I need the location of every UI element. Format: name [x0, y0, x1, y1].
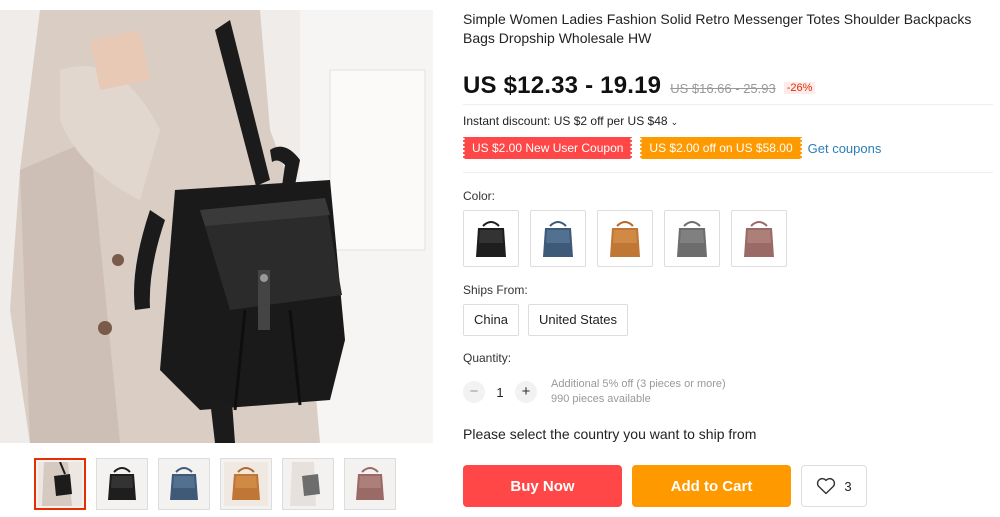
divider: [463, 172, 993, 173]
divider: [463, 104, 993, 105]
stock-available: 990 pieces available: [551, 393, 651, 405]
color-option-brown[interactable]: [597, 210, 653, 267]
ships-from-china[interactable]: China: [463, 304, 519, 336]
bulk-discount-note: Additional 5% off (3 pieces or more): [551, 378, 726, 390]
quantity-decrease-button[interactable]: −: [463, 381, 485, 403]
quantity-value[interactable]: 1: [485, 385, 515, 400]
shipping-message: Please select the country you want to sh…: [463, 426, 757, 442]
store-coupon[interactable]: US $2.00 off on US $58.00: [639, 137, 803, 159]
thumbnail-blue-backpack[interactable]: [158, 458, 210, 510]
quantity-increase-button[interactable]: +: [515, 381, 537, 403]
ships-from-united-states[interactable]: United States: [527, 304, 629, 336]
pink-backpack-icon: [744, 220, 774, 257]
color-option-black[interactable]: [463, 210, 519, 267]
instant-discount[interactable]: Instant discount: US $2 off per US $48 ⌄: [463, 114, 678, 128]
thumbnail-woman-with-backpack[interactable]: [34, 458, 86, 510]
color-option-pink[interactable]: [731, 210, 787, 267]
gray-backpack-icon: [290, 462, 320, 506]
woman-with-backpack-icon: [38, 462, 82, 506]
new-user-coupon[interactable]: US $2.00 New User Coupon: [461, 137, 634, 159]
quantity-note: Additional 5% off (3 pieces or more) 990…: [551, 377, 726, 407]
wishlist-count: 3: [844, 478, 852, 494]
blue-backpack-icon: [543, 220, 573, 257]
heart-icon: [817, 477, 836, 495]
product-title: Simple Women Ladies Fashion Solid Retro …: [463, 11, 972, 46]
color-label: Color:: [463, 189, 496, 203]
quantity-stepper: − 1 + Additional 5% off (3 pieces or mor…: [463, 377, 726, 407]
chevron-down-icon: ⌄: [670, 117, 679, 127]
color-option-gray[interactable]: [664, 210, 720, 267]
buy-now-button[interactable]: Buy Now: [463, 465, 622, 507]
action-buttons: Buy Now Add to Cart 3: [463, 465, 867, 507]
thumbnail-gray-backpack[interactable]: [282, 458, 334, 510]
current-price: US $12.33 - 19.19: [463, 72, 662, 99]
black-backpack-icon: [108, 467, 136, 500]
pink-backpack-icon: [356, 467, 384, 500]
woman-with-backpack-icon: [0, 10, 433, 443]
gray-backpack-icon: [677, 220, 707, 257]
thumbnail-brown-backpack[interactable]: [220, 458, 272, 510]
brown-backpack-icon: [610, 220, 640, 257]
color-option-blue[interactable]: [530, 210, 586, 267]
blue-backpack-icon: [170, 467, 198, 500]
instant-discount-text: Instant discount: US $2 off per US $48: [463, 114, 668, 128]
add-to-cart-button[interactable]: Add to Cart: [632, 465, 791, 507]
brown-backpack-icon: [224, 462, 268, 506]
ships-from-label: Ships From:: [463, 283, 528, 297]
wishlist-button[interactable]: 3: [801, 465, 867, 507]
black-backpack-icon: [476, 220, 506, 257]
quantity-label: Quantity:: [463, 351, 512, 365]
thumbnail-pink-backpack[interactable]: [344, 458, 396, 510]
color-options: [463, 210, 787, 267]
ships-from-options: China United States: [463, 304, 629, 336]
thumbnail-black-backpack[interactable]: [96, 458, 148, 510]
get-coupons-link[interactable]: Get coupons: [808, 141, 882, 156]
price-row: US $12.33 - 19.19 US $16.66 - 25.93 -26%: [463, 72, 816, 100]
original-price: US $16.66 - 25.93: [670, 81, 776, 96]
coupon-row: US $2.00 New User Coupon US $2.00 off on…: [461, 137, 882, 159]
thumbnail-strip: [34, 458, 396, 510]
main-product-image[interactable]: [0, 10, 433, 443]
discount-badge: -26%: [783, 82, 816, 94]
